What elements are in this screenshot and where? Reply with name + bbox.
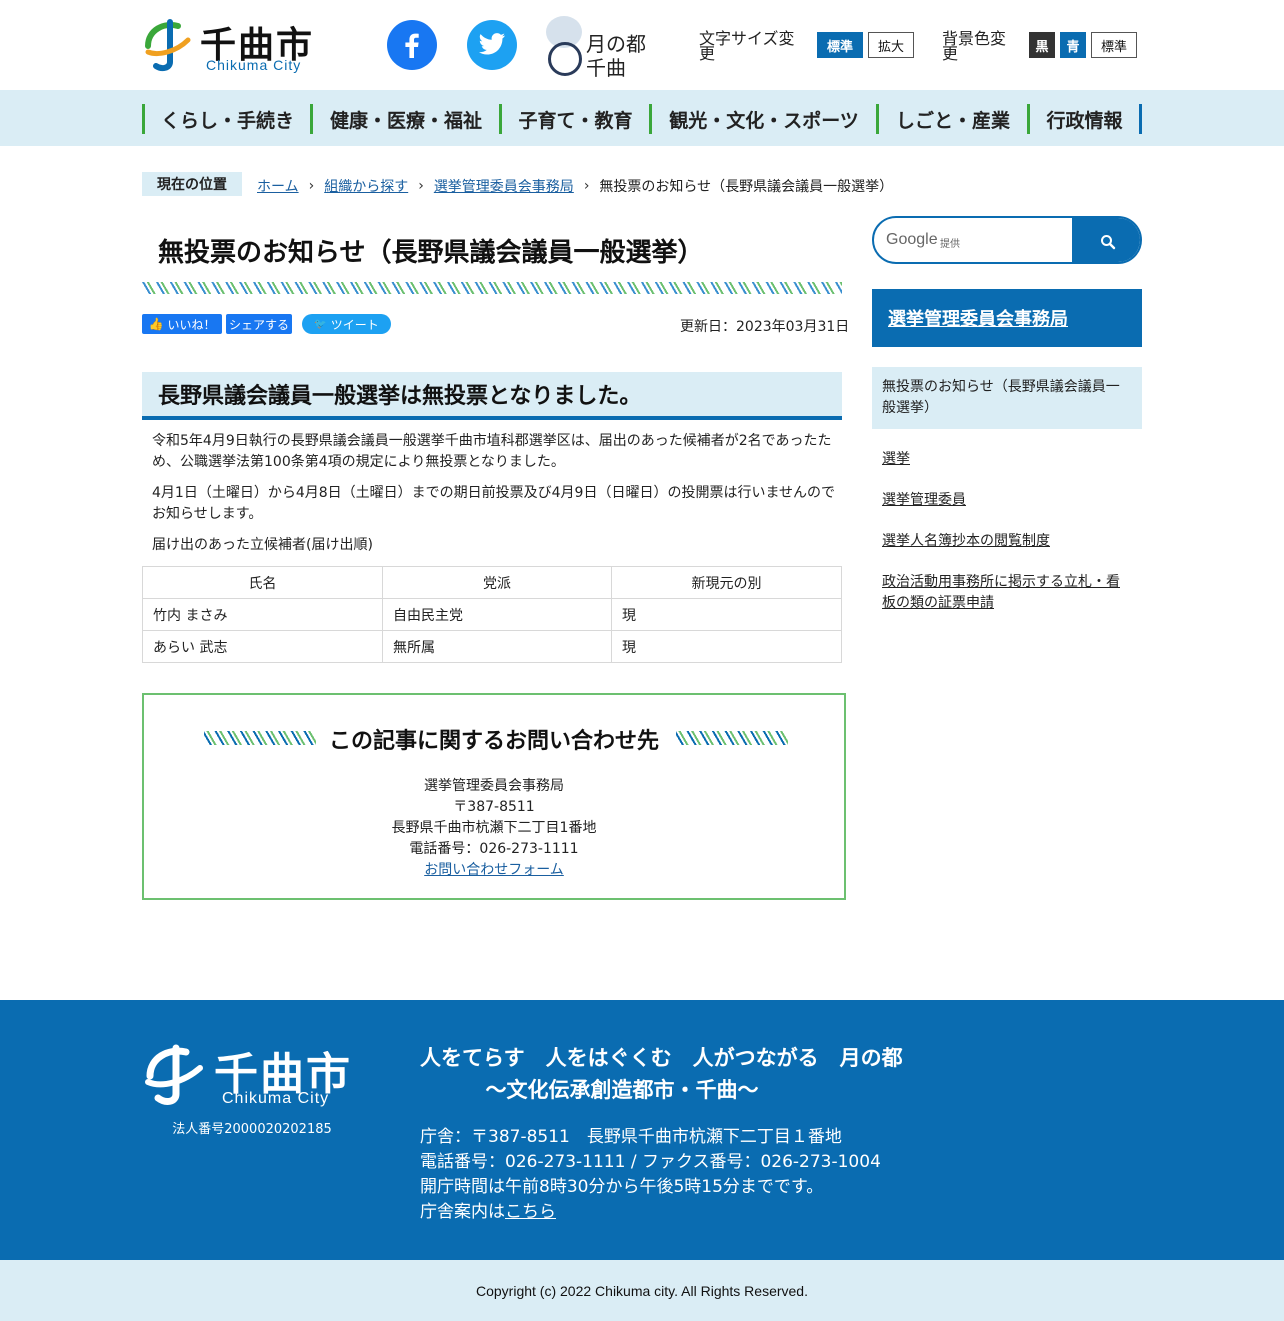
section-heading: 長野県議会議員一般選挙は無投票となりました。	[142, 372, 842, 420]
like-label: いいね！	[167, 317, 216, 332]
tweet-label: ツイート	[330, 317, 379, 332]
breadcrumb: ホーム › 組織から探す › 選挙管理委員会事務局 › 無投票のお知らせ（長野県…	[257, 176, 893, 196]
sidebar-heading-link[interactable]: 選挙管理委員会事務局	[888, 305, 1068, 331]
page-title: 無投票のお知らせ（長野県議会議員一般選挙）	[158, 238, 704, 268]
sidebar-link-shouhyou: 政治活動用事務所に掲示する立札・看板の類の証票申請	[882, 572, 1132, 614]
footer-address: 庁舎：〒387-8511 長野県千曲市杭瀬下二丁目１番地	[420, 1127, 842, 1147]
cell-party: 無所属	[382, 630, 612, 663]
footer-hours: 開庁時間は午前8時30分から午後5時15分までです。	[420, 1177, 824, 1197]
font-standard-button[interactable]: 標準	[817, 32, 863, 58]
nav-item-kankou[interactable]: 観光・文化・スポーツ	[649, 104, 876, 134]
copyright: Copyright (c) 2022 Chikuma city. All Rig…	[0, 1260, 1284, 1321]
footer-slogan: 人をてらす 人をはぐくむ 人がつながる 月の都	[420, 1046, 903, 1070]
site-logo[interactable]: 千曲市 Chikuma City	[142, 16, 322, 74]
chevron-right-icon: ›	[583, 178, 590, 194]
nav-item-shigoto[interactable]: しごと・産業	[876, 104, 1027, 134]
nav-item-kenkou[interactable]: 健康・医療・福祉	[310, 104, 499, 134]
sidebar-link-iin: 選挙管理委員	[882, 490, 1132, 511]
search-icon	[1101, 235, 1116, 250]
cell-party: 自由民主党	[382, 598, 612, 631]
contact-address: 長野県千曲市杭瀬下二丁目1番地	[391, 820, 597, 836]
search-input[interactable]: Google	[886, 231, 938, 249]
search-button[interactable]	[1072, 218, 1140, 262]
col-header-party: 党派	[382, 566, 612, 599]
contact-tel: 電話番号：026-273-1111	[409, 841, 579, 857]
tsuki-line2: 千曲	[586, 56, 626, 80]
chevron-right-icon: ›	[308, 178, 315, 194]
table-row: 竹内 まさみ 自由民主党 現	[142, 598, 842, 631]
moon-ring-icon	[548, 42, 582, 76]
sidebar-current-item: 無投票のお知らせ（長野県議会議員一般選挙）	[872, 367, 1142, 429]
twitter-icon[interactable]	[467, 20, 517, 70]
breadcrumb-label: 現在の位置	[142, 172, 242, 196]
footer-guide: 庁舎案内はこちら	[420, 1197, 556, 1222]
facebook-share-button[interactable]: シェアする	[226, 314, 292, 334]
footer-guide-prefix: 庁舎案内は	[420, 1202, 505, 1222]
site-footer: 千曲市 Chikuma City 法人番号2000020202185 人をてらす…	[0, 1000, 1284, 1260]
search-provider-label: 提供	[940, 239, 960, 250]
sidebar-link[interactable]: 選挙管理委員	[882, 492, 966, 508]
contact-zip: 〒387-8511	[453, 799, 535, 815]
cell-name: あらい 武志	[142, 630, 383, 663]
footer-guide-link[interactable]: こちら	[505, 1202, 556, 1222]
site-header: 千曲市 Chikuma City 月の都 千曲 文字サイズ変更 標準 拡大 背景…	[0, 0, 1284, 90]
cell-status: 現	[611, 598, 842, 631]
footer-logo-en: Chikuma City	[222, 1090, 330, 1107]
body-paragraph-2: 4月1日（土曜日）から4月8日（土曜日）までの期日前投票及び4月9日（日曜日）の…	[152, 485, 836, 522]
nav-item-kurashi[interactable]: くらし・手続き	[142, 104, 310, 134]
site-search: Google 提供	[872, 216, 1142, 264]
twitter-bird-icon: 🐦	[314, 318, 327, 330]
bg-blue-button[interactable]: 青	[1060, 32, 1086, 58]
nav-divider	[1139, 104, 1142, 134]
tsuki-no-miyako-logo[interactable]: 月の都 千曲	[546, 14, 656, 80]
bg-standard-button[interactable]: 標準	[1091, 32, 1137, 58]
font-large-button[interactable]: 拡大	[868, 32, 914, 58]
decorative-stripe	[676, 731, 788, 745]
facebook-icon[interactable]	[387, 20, 437, 70]
nav-item-kosodate[interactable]: 子育て・教育	[499, 104, 649, 134]
updated-date: 更新日：2023年03月31日	[680, 319, 850, 335]
body-paragraph-3: 届け出のあった立候補者(届け出順)	[152, 537, 373, 553]
footer-slogan-sub: ～文化伝承創造都市・千曲～	[485, 1078, 759, 1102]
font-size-label: 文字サイズ変更	[699, 29, 795, 63]
sidebar-link-senkyo: 選挙	[882, 449, 1132, 470]
breadcrumb-organization[interactable]: 組織から探す	[324, 176, 408, 196]
cell-status: 現	[611, 630, 842, 663]
global-nav: くらし・手続き 健康・医療・福祉 子育て・教育 観光・文化・スポーツ しごと・産…	[0, 90, 1284, 146]
sidebar-link[interactable]: 選挙	[882, 451, 910, 467]
corporate-number: 法人番号2000020202185	[172, 1122, 332, 1137]
col-header-name: 氏名	[142, 566, 383, 599]
contact-box: この記事に関するお問い合わせ先 選挙管理委員会事務局 〒387-8511 長野県…	[142, 693, 846, 900]
logo-name-en: Chikuma City	[206, 57, 302, 73]
sidebar-link[interactable]: 選挙人名簿抄本の閲覧制度	[882, 533, 1050, 549]
col-header-status: 新現元の別	[611, 566, 842, 599]
contact-form-link[interactable]: お問い合わせフォーム	[424, 862, 564, 878]
facebook-like-button[interactable]: 👍 いいね！	[142, 314, 222, 334]
contact-dept: 選挙管理委員会事務局	[424, 778, 564, 794]
breadcrumb-current: 無投票のお知らせ（長野県議会議員一般選挙）	[599, 179, 894, 195]
candidates-table: 氏名 党派 新現元の別 竹内 まさみ 自由民主党 現 あらい 武志 無所属 現	[142, 566, 842, 663]
city-logo-mark-icon	[145, 19, 191, 72]
nav-item-gyousei[interactable]: 行政情報	[1027, 104, 1139, 134]
breadcrumb-department[interactable]: 選挙管理委員会事務局	[434, 176, 574, 196]
body-paragraph-1: 令和5年4月9日執行の長野県議会議員一般選挙千曲市埴科郡選挙区は、届出のあった候…	[152, 433, 832, 470]
sidebar-heading: 選挙管理委員会事務局	[872, 289, 1142, 347]
tweet-button[interactable]: 🐦 ツイート	[302, 314, 391, 334]
cell-name: 竹内 まさみ	[142, 598, 383, 631]
title-divider	[142, 282, 842, 294]
footer-logo[interactable]: 千曲市 Chikuma City	[142, 1040, 372, 1110]
bg-color-label: 背景色変更	[942, 29, 1007, 63]
table-row: あらい 武志 無所属 現	[142, 630, 842, 663]
chevron-right-icon: ›	[418, 178, 424, 194]
table-header-row: 氏名 党派 新現元の別	[142, 566, 842, 599]
thumbs-up-icon: 👍	[148, 317, 164, 331]
footer-phone: 電話番号：026-273-1111 / ファクス番号：026-273-1004	[420, 1152, 881, 1172]
city-logo-mark-icon	[145, 1044, 203, 1105]
bg-black-button[interactable]: 黒	[1029, 32, 1055, 58]
breadcrumb-home[interactable]: ホーム	[257, 176, 299, 196]
sidebar-link[interactable]: 政治活動用事務所に掲示する立札・看板の類の証票申請	[882, 574, 1120, 611]
sidebar-link-meibo: 選挙人名簿抄本の閲覧制度	[882, 531, 1132, 552]
